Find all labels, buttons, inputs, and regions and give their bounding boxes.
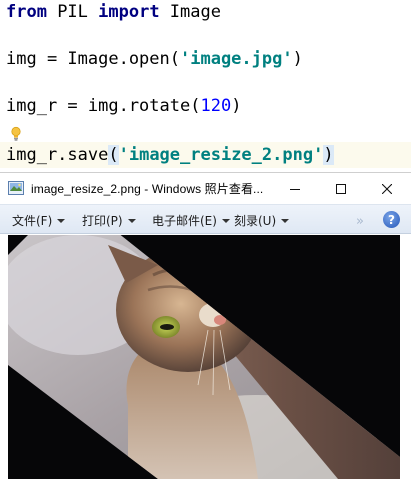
- menu-file[interactable]: 文件(F): [12, 212, 66, 229]
- maximize-icon: [336, 183, 346, 194]
- code-line-2[interactable]: img = Image.open('image.jpg'): [6, 48, 303, 70]
- keyword-from: from: [6, 2, 47, 22]
- menu-print-label: 打印(P): [82, 214, 123, 228]
- menu-email[interactable]: 电子邮件(E): [152, 212, 230, 229]
- matched-paren-close: ): [323, 145, 334, 165]
- title-bar[interactable]: image_resize_2.png - Windows 照片查看...: [0, 173, 411, 204]
- menu-bar: 文件(F) 打印(P) 电子邮件(E) 刻录(U) » ?: [0, 204, 411, 234]
- code-text: ): [231, 96, 242, 116]
- close-icon: [382, 183, 392, 194]
- module-name: PIL: [46, 2, 99, 22]
- keyword-import: import: [98, 2, 160, 22]
- code-text: img_r = img.rotate(: [6, 96, 201, 116]
- code-line-1[interactable]: from PIL import Image: [6, 1, 221, 23]
- import-name: Image: [159, 2, 221, 22]
- help-icon[interactable]: ?: [383, 211, 400, 228]
- chevron-down-icon: [127, 219, 136, 223]
- matched-paren-open: (: [108, 145, 119, 165]
- menu-burn-label: 刻录(U): [234, 214, 277, 228]
- photo-viewer-app-icon: [8, 181, 24, 195]
- code-text: img = Image.open(: [6, 49, 180, 69]
- code-editor[interactable]: from PIL import Image img = Image.open('…: [0, 0, 411, 172]
- menu-email-label: 电子邮件(E): [152, 214, 217, 228]
- lightbulb-icon[interactable]: [10, 126, 22, 142]
- rotated-cat-photo: [8, 235, 400, 479]
- code-line-4[interactable]: img_r.save('image_resize_2.png'): [6, 144, 334, 166]
- number-literal: 120: [200, 96, 232, 116]
- string-literal: 'image_resize_2.png': [118, 145, 324, 165]
- window-title: image_resize_2.png - Windows 照片查看...: [31, 182, 264, 196]
- close-button[interactable]: [364, 173, 410, 204]
- more-commands-icon[interactable]: »: [356, 214, 364, 229]
- code-line-3[interactable]: img_r = img.rotate(120): [6, 95, 241, 117]
- minimize-icon: [290, 188, 300, 190]
- chevron-down-icon: [221, 219, 230, 223]
- minimize-button[interactable]: [272, 173, 318, 204]
- menu-burn[interactable]: 刻录(U): [234, 212, 290, 229]
- chevron-down-icon: [57, 219, 66, 223]
- menu-print[interactable]: 打印(P): [82, 212, 136, 229]
- code-text: ): [292, 49, 303, 69]
- image-viewport[interactable]: [8, 235, 400, 479]
- maximize-button[interactable]: [318, 173, 364, 204]
- photo-viewer-window[interactable]: image_resize_2.png - Windows 照片查看... 文件(…: [0, 172, 411, 481]
- menu-file-label: 文件(F): [12, 214, 53, 228]
- string-literal: 'image.jpg': [180, 49, 293, 69]
- code-text: img_r.save: [6, 145, 109, 165]
- chevron-down-icon: [281, 219, 290, 223]
